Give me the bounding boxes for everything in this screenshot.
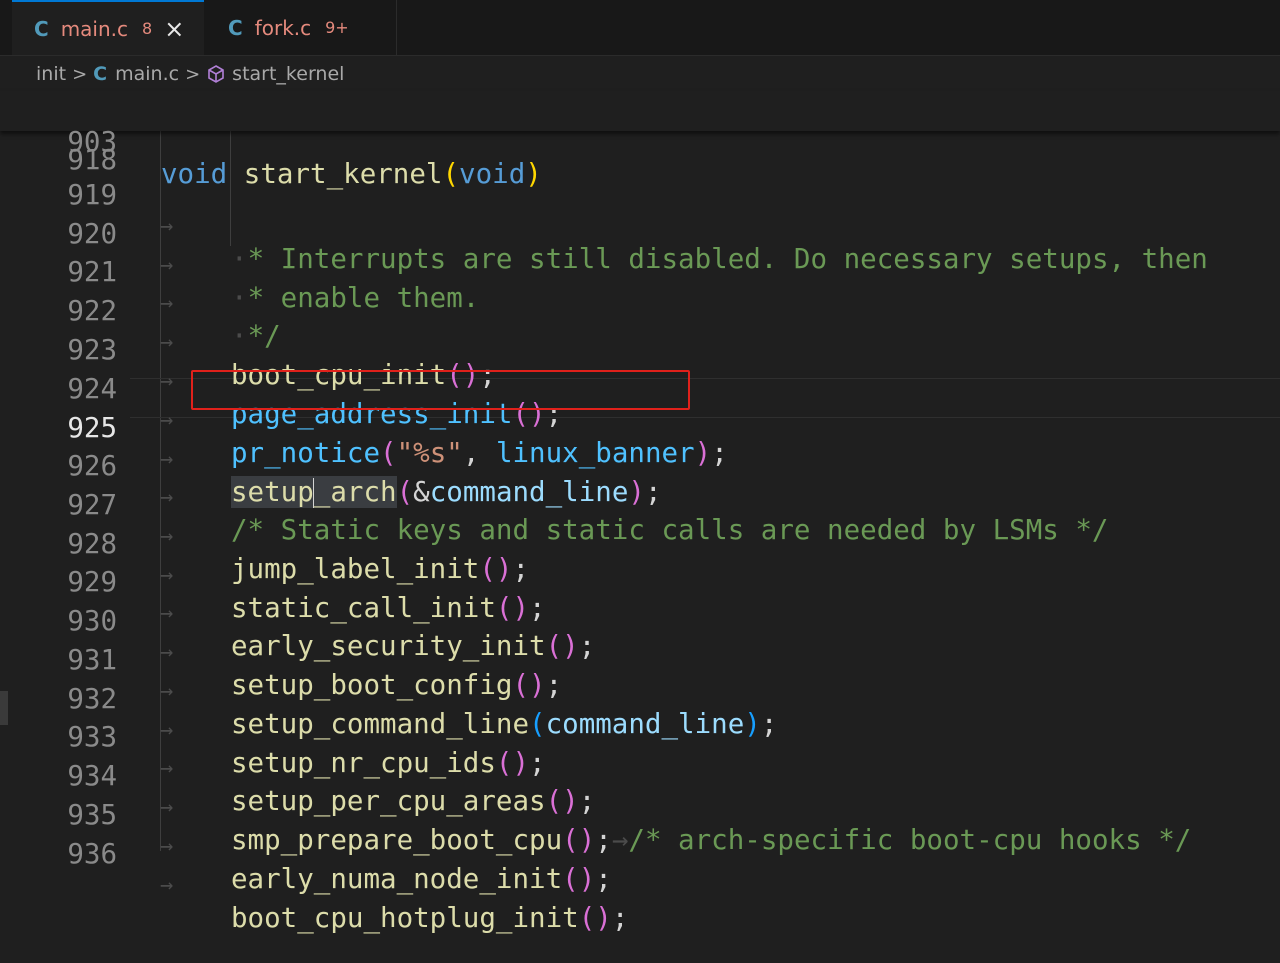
tab-fork-c[interactable]: C fork.c 9+ bbox=[204, 0, 397, 55]
code-line: 931 → setup_command_line(command_line); bbox=[0, 609, 1280, 740]
sticky-scroll-header[interactable]: 903 void start_kernel(void) bbox=[0, 91, 1280, 190]
problem-count-badge: 8 bbox=[142, 19, 153, 38]
sticky-code: void start_kernel(void) bbox=[161, 158, 542, 190]
tab-label: main.c bbox=[60, 16, 129, 41]
code-line: 930 → setup_boot_config(); bbox=[0, 570, 1280, 701]
breadcrumb-folder[interactable]: init bbox=[36, 63, 66, 85]
chevron-right-icon: > bbox=[185, 63, 201, 85]
code-text: early_numa_node_init(); bbox=[231, 863, 612, 895]
c-file-icon: C bbox=[93, 63, 108, 85]
c-file-icon: C bbox=[228, 15, 243, 40]
symbol-method-icon bbox=[208, 65, 224, 83]
line-number: 903 bbox=[67, 126, 117, 158]
breadcrumb-file[interactable]: main.c bbox=[115, 63, 179, 85]
annotation-highlight-box bbox=[191, 370, 690, 410]
code-editor[interactable]: 903 void start_kernel(void) 918 919 → ·*… bbox=[0, 91, 1280, 934]
code-line: 935 → early_numa_node_init(); bbox=[0, 764, 1280, 895]
tab-label: fork.c bbox=[254, 15, 312, 40]
breadcrumb: init > C main.c > start_kernel bbox=[0, 56, 1280, 92]
code-line: 921 → ·*/ bbox=[0, 221, 1280, 352]
code-line: 932 → setup_nr_cpu_ids(); bbox=[0, 648, 1280, 779]
code-text: boot_cpu_hotplug_init(); bbox=[231, 902, 629, 934]
code-line: 933 → setup_per_cpu_areas(); bbox=[0, 686, 1280, 817]
code-line: 928 → static_call_init(); bbox=[0, 493, 1280, 624]
tab-whitespace-glyph: → bbox=[160, 873, 174, 898]
code-line: 936 → boot_cpu_hotplug_init(); bbox=[0, 803, 1280, 934]
chevron-right-icon: > bbox=[72, 63, 88, 85]
code-line: 934 → smp_prepare_boot_cpu();→/* arch-sp… bbox=[0, 725, 1280, 856]
close-icon[interactable]: × bbox=[164, 17, 184, 41]
tab-main-c[interactable]: C main.c 8 × bbox=[12, 0, 204, 55]
code-line: 923 → page_address_init(); bbox=[0, 299, 1280, 430]
breadcrumb-symbol[interactable]: start_kernel bbox=[232, 63, 344, 85]
problem-count-badge: 9+ bbox=[325, 18, 349, 37]
editor-tab-bar: C main.c 8 × C fork.c 9+ bbox=[0, 0, 1280, 56]
line-number: 936 bbox=[67, 838, 117, 870]
code-line: 929 → early_security_init(); bbox=[0, 531, 1280, 662]
c-file-icon: C bbox=[34, 16, 49, 41]
code-line: 922 → boot_cpu_init(); bbox=[0, 260, 1280, 391]
code-line: 926 → /* Static keys and static calls ar… bbox=[0, 415, 1280, 546]
code-line: 927 → jump_label_init(); bbox=[0, 454, 1280, 585]
